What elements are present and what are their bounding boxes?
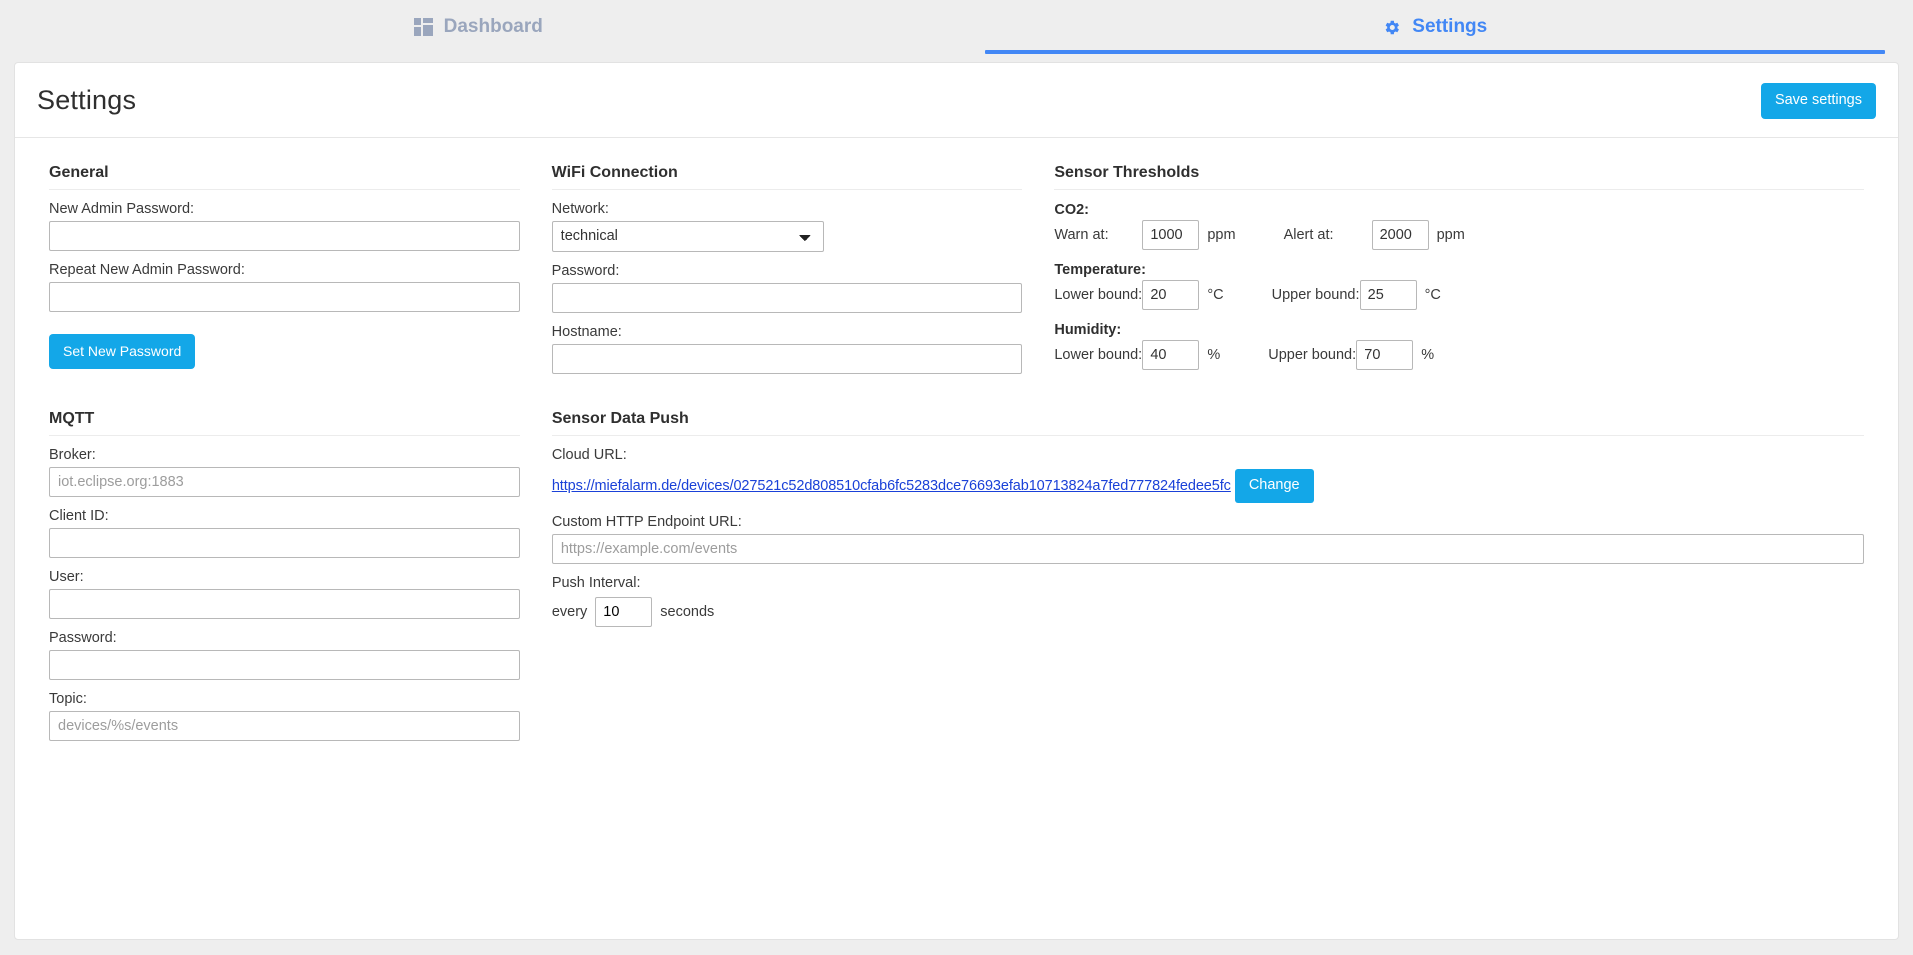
section-wifi: WiFi Connection Network: technical Passw… (536, 156, 1039, 374)
threshold-temperature-upper-unit: °C (1424, 286, 1441, 303)
threshold-co2-warn-input[interactable] (1142, 219, 1200, 250)
threshold-humidity-upper: Upper bound: % (1268, 339, 1435, 370)
card-body: General New Admin Password: Repeat New A… (15, 138, 1898, 741)
section-push-title: Sensor Data Push (551, 410, 1864, 436)
threshold-humidity-lower-label: Lower bound: (1054, 346, 1143, 363)
push-interval-suffix: seconds (660, 603, 715, 620)
threshold-row-humidity: Lower bound: % Upper bound: % (1054, 339, 1864, 370)
threshold-temperature-upper-input[interactable] (1359, 279, 1417, 310)
threshold-humidity-lower-unit: % (1207, 346, 1221, 363)
threshold-co2-alert-unit: ppm (1436, 226, 1465, 243)
tab-settings[interactable]: Settings (957, 0, 1913, 62)
threshold-temperature-upper: Upper bound: °C (1271, 279, 1441, 310)
section-thresholds: Sensor Thresholds CO2: Warn at: ppm Aler… (1038, 156, 1880, 374)
threshold-temperature-upper-label: Upper bound: (1271, 286, 1360, 303)
settings-card: Settings Save settings General New Admin… (14, 62, 1899, 940)
change-cloud-url-button[interactable]: Change (1234, 468, 1314, 503)
cloud-url-row: https://miefalarm.de/devices/027521c52d8… (552, 468, 1864, 503)
gear-icon (1382, 18, 1401, 37)
section-general: General New Admin Password: Repeat New A… (33, 156, 536, 374)
tab-dashboard-label: Dashboard (443, 16, 543, 37)
threshold-group-co2-title: CO2: (1054, 201, 1089, 218)
threshold-humidity-upper-unit: % (1421, 346, 1435, 363)
mqtt-password-label: Password: (49, 629, 117, 646)
mqtt-topic-input[interactable] (49, 710, 520, 741)
cloud-url-link[interactable]: https://miefalarm.de/devices/027521c52d8… (552, 478, 1231, 494)
top-navbar: Dashboard Settings (0, 0, 1913, 62)
mqtt-user-input[interactable] (49, 588, 520, 619)
section-general-title: General (49, 164, 520, 190)
section-wifi-title: WiFi Connection (551, 164, 1023, 190)
threshold-temperature-lower-unit: °C (1207, 286, 1224, 303)
mqtt-broker-input[interactable] (49, 466, 520, 497)
settings-row-2: MQTT Broker: Client ID: User: Password: … (33, 402, 1880, 741)
settings-row-1: General New Admin Password: Repeat New A… (33, 156, 1880, 374)
save-settings-button[interactable]: Save settings (1760, 83, 1876, 119)
section-mqtt-title: MQTT (49, 410, 520, 436)
mqtt-topic-label: Topic: (49, 690, 87, 707)
tab-settings-label: Settings (1412, 16, 1488, 37)
mqtt-client-id-input[interactable] (49, 527, 520, 558)
wifi-hostname-input[interactable] (551, 343, 1023, 374)
card-header: Settings Save settings (15, 63, 1898, 138)
section-mqtt: MQTT Broker: Client ID: User: Password: … (33, 402, 536, 741)
cloud-url-label: Cloud URL: (551, 446, 627, 463)
dashboard-grid-icon (413, 18, 433, 36)
push-interval-input[interactable] (595, 596, 653, 627)
threshold-temperature-lower: Lower bound: °C (1054, 279, 1224, 310)
threshold-group-temperature-title: Temperature: (1054, 261, 1146, 278)
push-interval-label: Push Interval: (551, 574, 641, 591)
threshold-group-humidity-title: Humidity: (1054, 321, 1122, 338)
threshold-co2-alert-input[interactable] (1371, 219, 1429, 250)
wifi-password-input[interactable] (551, 282, 1023, 313)
mqtt-broker-label: Broker: (49, 446, 96, 463)
push-interval-prefix: every (551, 603, 588, 620)
custom-endpoint-input[interactable] (551, 533, 1864, 564)
mqtt-password-input[interactable] (49, 649, 520, 680)
threshold-co2-warn-label: Warn at: (1054, 226, 1109, 243)
threshold-co2-warn-unit: ppm (1207, 226, 1236, 243)
repeat-admin-password-input[interactable] (49, 281, 520, 312)
new-admin-password-input[interactable] (49, 220, 520, 251)
threshold-co2-alert-label: Alert at: (1283, 226, 1334, 243)
set-new-password-button[interactable]: Set New Password (49, 333, 196, 370)
threshold-temperature-lower-input[interactable] (1142, 279, 1200, 310)
mqtt-client-id-label: Client ID: (49, 507, 109, 524)
wifi-network-select[interactable]: technical (551, 220, 824, 252)
page-title: Settings (37, 85, 137, 116)
repeat-admin-password-label: Repeat New Admin Password: (49, 261, 245, 278)
threshold-row-temperature: Lower bound: °C Upper bound: °C (1054, 279, 1864, 310)
threshold-humidity-lower-input[interactable] (1142, 339, 1200, 370)
custom-endpoint-label: Custom HTTP Endpoint URL: (551, 513, 742, 530)
push-interval-row: every seconds (551, 596, 1864, 627)
threshold-humidity-upper-input[interactable] (1356, 339, 1414, 370)
threshold-co2-warn: Warn at: ppm (1054, 219, 1236, 250)
mqtt-user-label: User: (49, 568, 84, 585)
section-sensor-data-push: Sensor Data Push Cloud URL: https://mief… (536, 402, 1880, 741)
section-thresholds-title: Sensor Thresholds (1054, 164, 1865, 190)
wifi-hostname-label: Hostname: (551, 323, 622, 340)
threshold-co2-alert: Alert at: ppm (1283, 219, 1465, 250)
new-admin-password-label: New Admin Password: (49, 200, 195, 217)
threshold-row-co2: Warn at: ppm Alert at: ppm (1054, 219, 1864, 250)
wifi-network-label: Network: (551, 200, 609, 217)
tab-dashboard[interactable]: Dashboard (0, 0, 957, 62)
threshold-humidity-lower: Lower bound: % (1054, 339, 1221, 370)
threshold-temperature-lower-label: Lower bound: (1054, 286, 1143, 303)
wifi-password-label: Password: (551, 262, 620, 279)
threshold-humidity-upper-label: Upper bound: (1268, 346, 1357, 363)
